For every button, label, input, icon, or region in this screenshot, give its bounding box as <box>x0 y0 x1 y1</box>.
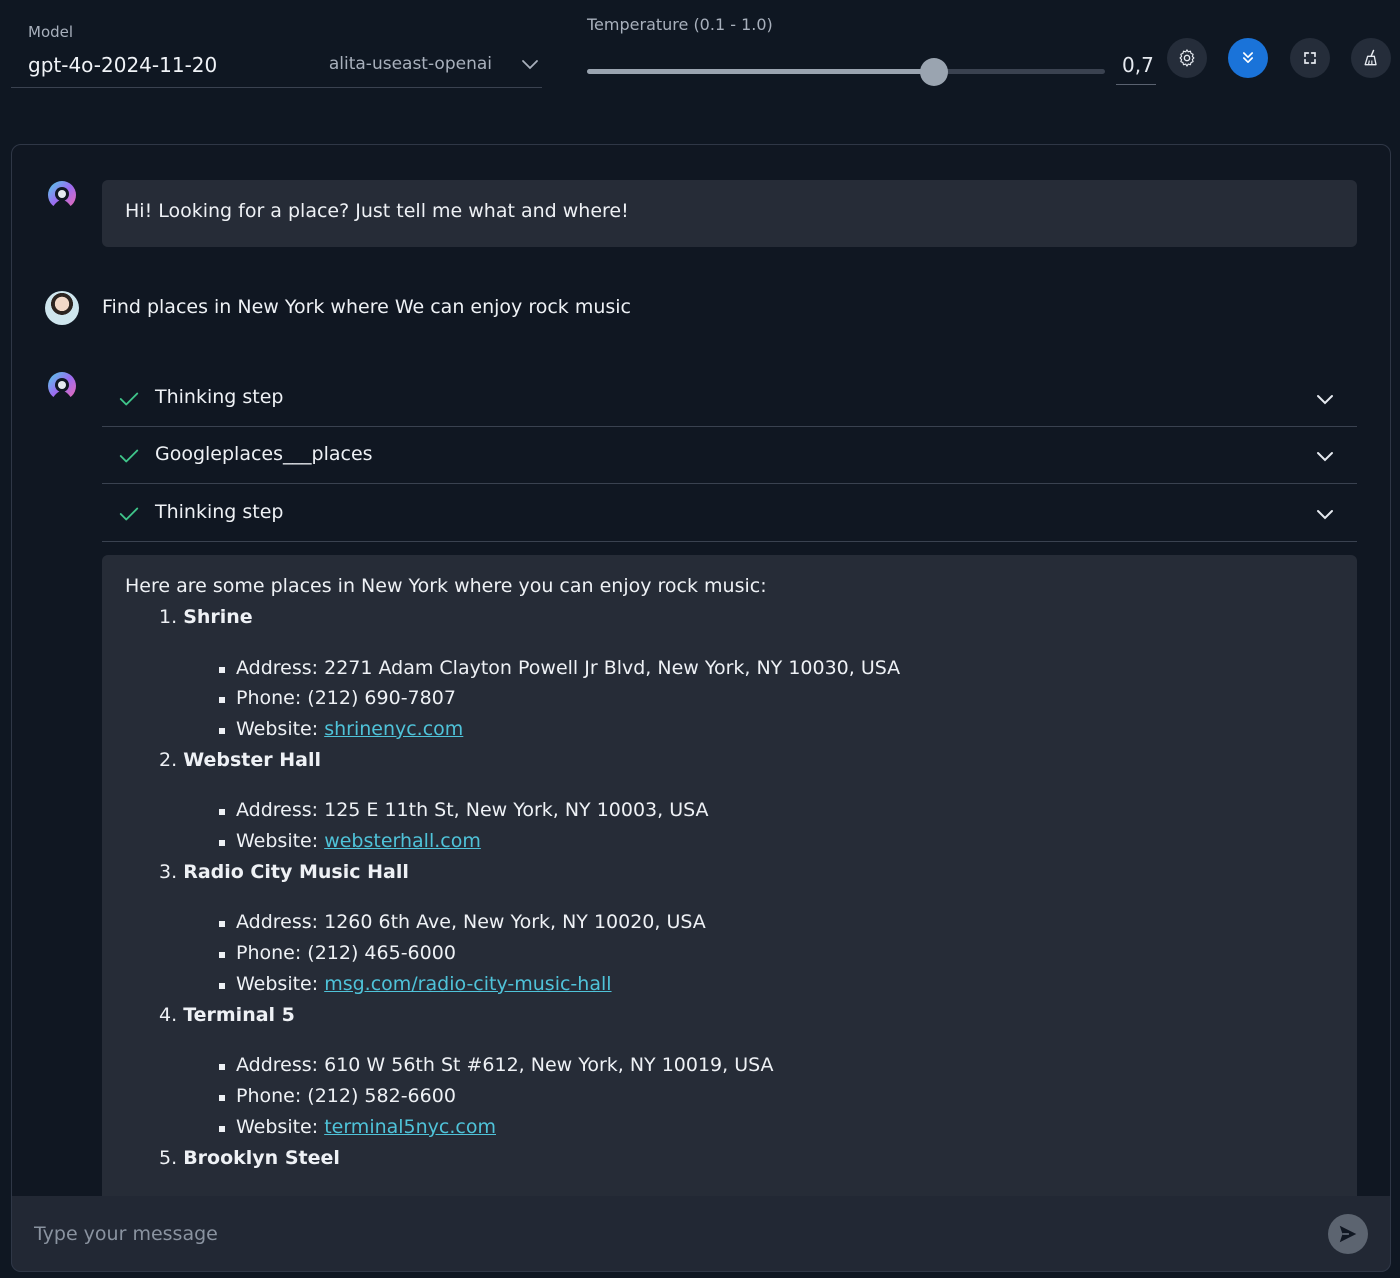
place-number: 3. <box>159 861 178 883</box>
place-name: Radio City Music Hall <box>183 861 409 883</box>
place-item: 4. Terminal 5 <box>159 1004 295 1026</box>
send-icon <box>1339 1225 1357 1243</box>
step-label: Thinking step <box>155 386 284 408</box>
double-chevron-down-icon <box>1243 52 1253 64</box>
answer-intro: Here are some places in New York where y… <box>125 575 767 597</box>
slider-thumb[interactable] <box>920 58 949 86</box>
website-link[interactable]: shrinenyc.com <box>324 718 463 740</box>
website-link[interactable]: msg.com/radio-city-music-hall <box>324 973 611 995</box>
model-label: Model <box>28 23 74 41</box>
chevron-down-icon[interactable] <box>1313 444 1337 468</box>
thinking-step[interactable]: Thinking step <box>102 485 1357 542</box>
place-number: 1. <box>159 606 178 628</box>
place-phone: Phone: (212) 465-6000 <box>219 942 456 964</box>
place-number: 4. <box>159 1004 178 1026</box>
website-link[interactable]: websterhall.com <box>324 830 481 852</box>
place-address: Address: 125 E 11th St, New York, NY 100… <box>219 799 709 821</box>
place-address: Address: 610 W 56th St #612, New York, N… <box>219 1054 774 1076</box>
place-item: 3. Radio City Music Hall <box>159 861 409 883</box>
fullscreen-button[interactable] <box>1290 38 1330 78</box>
place-website: Website: msg.com/radio-city-music-hall <box>219 973 612 995</box>
bot-avatar <box>48 372 76 401</box>
place-number: 5. <box>159 1147 178 1169</box>
check-icon <box>119 507 139 521</box>
place-item: 5. Brooklyn Steel <box>159 1147 340 1169</box>
place-number: 2. <box>159 749 178 771</box>
step-label: Googleplaces___places <box>155 443 373 465</box>
fullscreen-icon <box>1304 52 1316 64</box>
website-label: Website: <box>236 973 325 995</box>
place-website: Website: shrinenyc.com <box>218 718 463 740</box>
message-composer <box>11 1196 1391 1272</box>
model-selector[interactable]: Model gpt-4o-2024-11-20 alita-useast-ope… <box>11 18 542 88</box>
website-label: Website: <box>236 1116 325 1138</box>
temperature-input[interactable]: 0,7 <box>1116 50 1156 85</box>
website-label: Website: <box>236 830 325 852</box>
temperature-label: Temperature (0.1 - 1.0) <box>587 15 773 34</box>
settings-button[interactable] <box>1167 38 1207 78</box>
place-name: Brooklyn Steel <box>183 1147 340 1169</box>
chevron-down-icon[interactable] <box>1313 502 1337 526</box>
chevron-down-icon[interactable] <box>518 52 542 76</box>
place-address: Address: 1260 6th Ave, New York, NY 1002… <box>219 911 706 933</box>
temperature-value: 0,7 <box>1122 53 1154 77</box>
broom-icon <box>1364 49 1377 66</box>
bot-answer: Here are some places in New York where y… <box>102 555 1357 1271</box>
step-label: Thinking step <box>155 501 284 523</box>
website-link[interactable]: terminal5nyc.com <box>324 1116 496 1138</box>
place-item: 2. Webster Hall <box>159 749 321 771</box>
scroll-to-bottom-button[interactable] <box>1228 38 1268 78</box>
send-button[interactable] <box>1328 1214 1368 1254</box>
user-avatar <box>45 291 79 325</box>
place-address: Address: 2271 Adam Clayton Powell Jr Blv… <box>218 657 901 679</box>
model-provider: alita-useast-openai <box>328 54 492 74</box>
check-icon <box>119 392 139 406</box>
website-label: Website: <box>236 718 325 740</box>
message-input[interactable] <box>34 1214 1314 1254</box>
place-phone: Phone: (212) 690-7807 <box>219 687 456 709</box>
place-website: Website: websterhall.com <box>219 830 481 852</box>
thinking-step[interactable]: Thinking step <box>102 370 1357 427</box>
temperature-slider[interactable] <box>587 58 1105 86</box>
place-name: Terminal 5 <box>183 1004 295 1026</box>
clear-chat-button[interactable] <box>1351 38 1391 78</box>
tool-step[interactable]: Googleplaces___places <box>102 427 1357 484</box>
greeting-text: Hi! Looking for a place? Just tell me wh… <box>125 200 629 222</box>
bot-message: Hi! Looking for a place? Just tell me wh… <box>102 180 1357 247</box>
user-message: Find places in New York where We can enj… <box>102 296 631 318</box>
place-item: 1. Shrine <box>159 606 253 628</box>
model-value: gpt-4o-2024-11-20 <box>28 53 218 77</box>
place-website: Website: terminal5nyc.com <box>219 1116 496 1138</box>
chat-panel: Hi! Looking for a place? Just tell me wh… <box>11 144 1391 1272</box>
check-icon <box>119 449 139 463</box>
slider-fill <box>587 69 935 74</box>
gear-icon <box>1179 49 1195 67</box>
place-phone: Phone: (212) 582-6600 <box>219 1085 456 1107</box>
place-name: Webster Hall <box>183 749 321 771</box>
bot-avatar <box>48 181 76 210</box>
place-name: Shrine <box>183 606 253 628</box>
chevron-down-icon[interactable] <box>1313 387 1337 411</box>
